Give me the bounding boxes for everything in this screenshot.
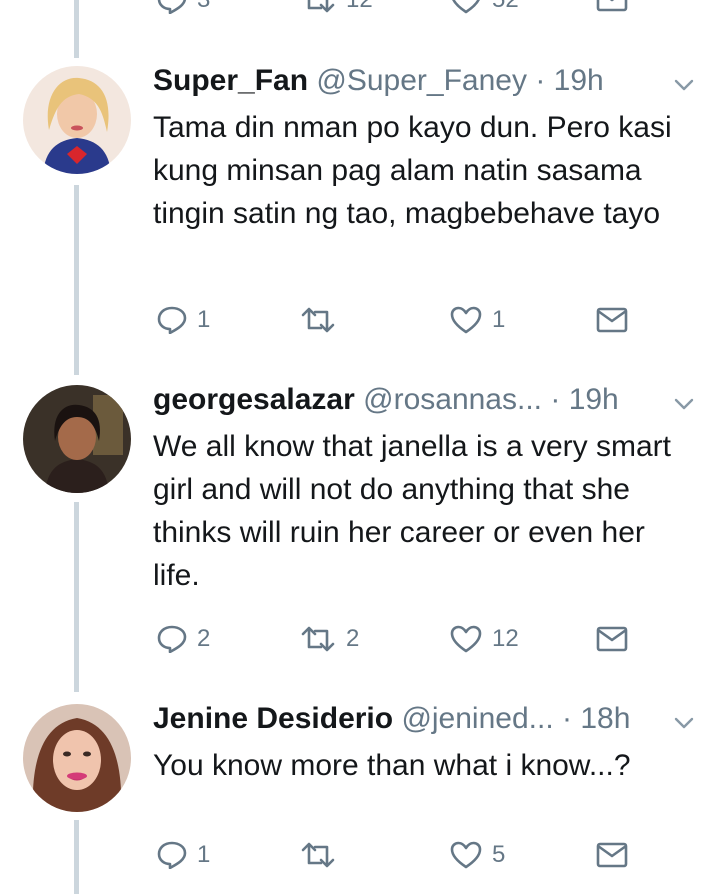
- retweet-count: 2: [346, 625, 360, 652]
- thread-line: [74, 0, 79, 58]
- retweet-button[interactable]: 12: [300, 0, 373, 14]
- envelope-icon: [596, 626, 628, 652]
- like-button[interactable]: 12: [450, 625, 519, 653]
- retweet-icon: [307, 0, 335, 13]
- retweet-button[interactable]: [300, 306, 346, 334]
- display-name[interactable]: Super_Fan: [153, 64, 308, 97]
- retweet-count: 12: [346, 0, 373, 14]
- like-count: 52: [492, 0, 519, 14]
- user-handle[interactable]: @Super_Faney: [316, 64, 527, 97]
- retweet-button[interactable]: 2: [300, 625, 359, 653]
- retweet-button[interactable]: [300, 841, 346, 869]
- timestamp[interactable]: 18h: [580, 702, 630, 735]
- reply-icon: [157, 841, 187, 869]
- heart-icon: [450, 306, 482, 334]
- avatar[interactable]: [23, 385, 131, 493]
- timestamp[interactable]: 19h: [554, 64, 604, 97]
- like-button[interactable]: 5: [450, 841, 505, 869]
- reply-count: 2: [197, 625, 211, 652]
- envelope-icon: [596, 0, 628, 12]
- like-count: 5: [492, 841, 506, 868]
- reply-button[interactable]: 1: [157, 306, 210, 334]
- reply-icon: [157, 0, 187, 14]
- tweet-header: Jenine Desiderio @jenined... · 18h: [153, 701, 720, 737]
- envelope-icon: [596, 842, 628, 868]
- like-count: 1: [492, 306, 506, 333]
- reply-icon: [157, 625, 187, 653]
- avatar-image: [23, 66, 131, 174]
- thread-line: [74, 820, 79, 894]
- reply-count: 1: [197, 306, 211, 333]
- chevron-down-icon[interactable]: [674, 397, 694, 411]
- reply-count: 1: [197, 841, 211, 868]
- retweet-icon: [301, 842, 335, 868]
- reply-button[interactable]: 1: [157, 841, 210, 869]
- direct-message-button[interactable]: [596, 626, 628, 652]
- tweet-text: We all know that janella is a very smart…: [153, 430, 671, 592]
- thread-line: [74, 185, 79, 375]
- reply-count: 3: [197, 0, 210, 14]
- like-button[interactable]: 52: [450, 0, 519, 14]
- chevron-down-icon[interactable]: [674, 78, 694, 92]
- user-handle[interactable]: @rosannas...: [363, 383, 542, 416]
- heart-icon: [450, 625, 482, 653]
- heart-icon: [452, 0, 480, 14]
- direct-message-button[interactable]: [596, 842, 628, 868]
- chevron-down-icon[interactable]: [674, 716, 694, 730]
- thread-line: [74, 502, 79, 692]
- tweet-header: georgesalazar @rosannas... · 19h: [153, 382, 720, 418]
- reply-button[interactable]: 3: [157, 0, 210, 14]
- reply-icon: [157, 306, 187, 334]
- tweet-text: You know more than what i know...?: [153, 749, 631, 782]
- reply-button[interactable]: 2: [157, 625, 210, 653]
- display-name[interactable]: georgesalazar: [153, 383, 355, 416]
- heart-icon: [450, 841, 482, 869]
- like-button[interactable]: 1: [450, 306, 505, 334]
- avatar[interactable]: [23, 66, 131, 174]
- direct-message-button[interactable]: [596, 0, 628, 12]
- separator: ·: [535, 64, 546, 97]
- timestamp[interactable]: 19h: [569, 383, 619, 416]
- like-count: 12: [492, 625, 519, 652]
- user-handle[interactable]: @jenined...: [401, 702, 553, 735]
- avatar-image: [23, 385, 131, 493]
- separator: ·: [550, 383, 561, 416]
- tweet-text: Tama din nman po kayo dun. Pero kasi kun…: [153, 111, 672, 230]
- retweet-icon: [301, 626, 335, 652]
- avatar-image: [23, 704, 131, 812]
- separator: ·: [562, 702, 572, 735]
- avatar[interactable]: [23, 704, 131, 812]
- direct-message-button[interactable]: [596, 307, 628, 333]
- tweet-header: Super_Fan @Super_Faney · 19h: [153, 63, 720, 99]
- envelope-icon: [596, 307, 628, 333]
- retweet-icon: [301, 307, 335, 333]
- display-name[interactable]: Jenine Desiderio: [153, 702, 393, 735]
